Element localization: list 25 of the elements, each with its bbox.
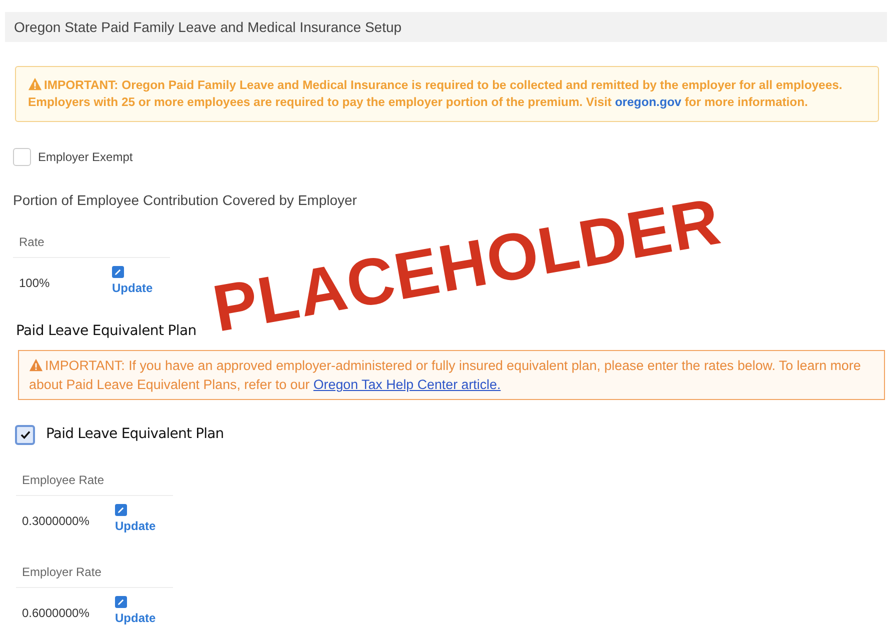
warning-icon	[28, 77, 42, 91]
warning-text: IMPORTANT: Oregon Paid Family Leave and Medical Insurance is required to be collected and remitted by the employer for all employees. Employers with 25 or more employees are required to pay the employer portion of the premium. Visit oregon.gov for more information.	[28, 77, 844, 111]
update-button[interactable]: Update	[112, 266, 153, 295]
column-header: Rate	[13, 233, 170, 258]
section-title: Oregon State Paid Family Leave and Medical Insurance Setup	[5, 12, 887, 42]
update-button[interactable]: Update	[115, 596, 156, 625]
edit-icon	[112, 266, 124, 278]
edit-icon	[115, 504, 127, 516]
checkbox[interactable]	[15, 424, 35, 444]
help-link[interactable]: Oregon Tax Help Center article.	[313, 377, 501, 392]
checkbox[interactable]	[13, 148, 31, 166]
rate-value: 0.3000000%	[22, 513, 90, 530]
update-button[interactable]: Update	[115, 504, 156, 533]
checkmark-icon	[18, 428, 32, 441]
checkbox-label: Paid Leave Equivalent Plan	[46, 425, 224, 444]
section-heading: Paid Leave Equivalent Plan	[16, 322, 198, 341]
warning-icon	[29, 358, 43, 372]
help-link[interactable]: oregon.gov	[614, 95, 682, 109]
edit-icon	[115, 596, 127, 608]
rate-value: 100%	[19, 275, 51, 292]
warning-text: IMPORTANT: If you have an approved employer-administered or fully insured equivalent plan, please enter the rates below. To learn more about Paid Leave Equivalent Plans, refer to our Oregon Tax Help Center article.	[29, 357, 862, 394]
column-header: Employer Rate	[16, 563, 173, 588]
rate-value: 0.6000000%	[22, 605, 90, 622]
checkbox-label: Employer Exempt	[38, 149, 133, 166]
column-header: Employee Rate	[16, 471, 173, 496]
